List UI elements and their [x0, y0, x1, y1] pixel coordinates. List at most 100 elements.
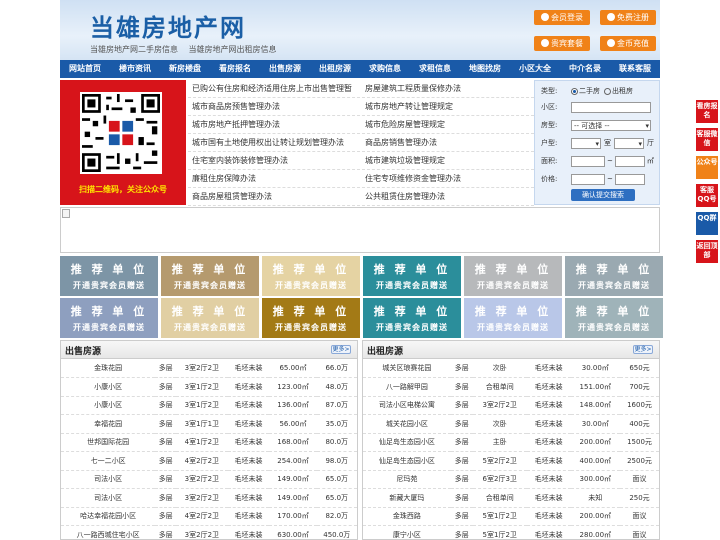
table-cell[interactable]: 康宁小区 — [363, 525, 451, 539]
table-row[interactable]: 城关区琅赛花园 多层 次卧 毛坯未装 30.00㎡ 650元 — [363, 359, 659, 378]
table-row[interactable]: 八一路西城住宅小区 多层 3室2厅2卫 毛坯未装 630.00㎡ 450.0万 — [61, 525, 357, 539]
recommend-unit-ad[interactable]: 推 荐 单 位开通贵宾会员赠送 — [464, 298, 562, 338]
house-type-select[interactable]: -- 可选择 -- — [571, 119, 651, 131]
recommend-unit-ad[interactable]: 推 荐 单 位开通贵宾会员赠送 — [60, 298, 158, 338]
radio-rent[interactable] — [604, 87, 611, 95]
table-cell[interactable]: 世邦国际花园 — [61, 433, 156, 452]
rent-more-link[interactable]: 更多> — [633, 345, 653, 354]
hall-select[interactable] — [614, 137, 644, 149]
table-cell[interactable]: 幸福花园 — [61, 414, 156, 434]
news-link[interactable]: 城市商品房预售管理办法 — [188, 98, 361, 115]
recommend-unit-ad[interactable]: 推 荐 单 位开通贵宾会员赠送 — [363, 256, 461, 296]
table-row[interactable]: 尼玛苑 多层 6室2厅3卫 毛坯未装 300.00㎡ 面议 — [363, 470, 659, 489]
news-link[interactable]: 住宅室内装饰装修管理办法 — [188, 152, 361, 169]
table-cell[interactable]: 尼玛苑 — [363, 470, 451, 489]
nav-item[interactable]: 联系客服 — [610, 60, 660, 78]
float-item[interactable]: 返回顶部 — [696, 240, 718, 263]
nav-item[interactable]: 出售房源 — [260, 60, 310, 78]
table-cell[interactable]: 仙足岛生态园小区 — [363, 451, 451, 471]
nav-item[interactable]: 网站首页 — [60, 60, 110, 78]
news-link[interactable]: 已购公有住房和经济适用住房上市出售管理暂 — [188, 80, 361, 97]
table-row[interactable]: 司法小区电梯公寓 多层 3室2厅2卫 毛坯未装 148.00㎡ 1600元 — [363, 396, 659, 415]
table-row[interactable]: 金珠花园 多层 3室2厅2卫 毛坯未装 65.00㎡ 66.0万 — [61, 359, 357, 378]
table-row[interactable]: 新藏大厦玛 多层 合租单间 毛坯未装 未知 250元 — [363, 488, 659, 508]
sale-more-link[interactable]: 更多> — [331, 345, 351, 354]
nav-item[interactable]: 看房报名 — [210, 60, 260, 78]
table-cell[interactable]: 小康小区 — [61, 396, 156, 415]
area-max-input[interactable] — [614, 155, 645, 167]
recommend-unit-ad[interactable]: 推 荐 单 位开通贵宾会员赠送 — [565, 256, 663, 296]
table-cell[interactable]: 城关区琅赛花园 — [363, 359, 451, 378]
recommend-unit-ad[interactable]: 推 荐 单 位开通贵宾会员赠送 — [464, 256, 562, 296]
table-row[interactable]: 司法小区 多层 3室2厅2卫 毛坯未装 149.00㎡ 65.0万 — [61, 470, 357, 489]
news-link[interactable]: 城市房地产转让管理规定 — [361, 98, 534, 115]
recommend-unit-ad[interactable]: 推 荐 单 位开通贵宾会员赠送 — [60, 256, 158, 296]
table-cell[interactable]: 八一路西城住宅小区 — [61, 525, 156, 539]
nav-item[interactable]: 新房楼盘 — [160, 60, 210, 78]
recommend-unit-ad[interactable]: 推 荐 单 位开通贵宾会员赠送 — [363, 298, 461, 338]
float-item[interactable]: 客服微信 — [696, 128, 718, 151]
slogan-sale[interactable]: 当雄房地产网二手房信息 — [90, 45, 178, 54]
login-button[interactable]: 会员登录 — [534, 10, 590, 25]
recommend-unit-ad[interactable]: 推 荐 单 位开通贵宾会员赠送 — [262, 256, 360, 296]
nav-item[interactable]: 求购信息 — [360, 60, 410, 78]
table-row[interactable]: 世邦国际花园 多层 4室1厅2卫 毛坯未装 168.00㎡ 80.0万 — [61, 433, 357, 452]
nav-item[interactable]: 小区大全 — [510, 60, 560, 78]
table-cell[interactable]: 司法小区 — [61, 488, 156, 508]
float-item[interactable]: 看房报名 — [696, 100, 718, 123]
table-row[interactable]: 哈达幸福花园小区 多层 4室2厅2卫 毛坯未装 170.00㎡ 82.0万 — [61, 507, 357, 526]
news-link[interactable]: 住宅专项维修资金管理办法 — [361, 170, 534, 187]
table-cell[interactable]: 司法小区电梯公寓 — [363, 396, 451, 415]
table-cell[interactable]: 金珠西路 — [363, 507, 451, 526]
site-logo[interactable]: 当雄房地产网 — [90, 8, 246, 43]
table-cell[interactable]: 哈达幸福花园小区 — [61, 507, 156, 526]
nav-item[interactable]: 中介名录 — [560, 60, 610, 78]
recommend-unit-ad[interactable]: 推 荐 单 位开通贵宾会员赠送 — [161, 298, 259, 338]
nav-item[interactable]: 楼市资讯 — [110, 60, 160, 78]
table-row[interactable]: 小康小区 多层 3室1厅2卫 毛坯未装 136.00㎡ 87.0万 — [61, 396, 357, 415]
recommend-unit-ad[interactable]: 推 荐 单 位开通贵宾会员赠送 — [565, 298, 663, 338]
table-row[interactable]: 八一路解甲园 多层 合租单间 毛坯未装 151.00㎡ 700元 — [363, 377, 659, 397]
nav-item[interactable]: 地图找房 — [460, 60, 510, 78]
table-cell[interactable]: 金珠花园 — [61, 359, 156, 378]
room-select[interactable] — [571, 137, 601, 149]
recommend-unit-ad[interactable]: 推 荐 单 位开通贵宾会员赠送 — [262, 298, 360, 338]
news-link[interactable]: 城市危险房屋管理规定 — [361, 116, 534, 133]
slogan-rent[interactable]: 当雄房地产网出租房信息 — [189, 45, 277, 54]
community-input[interactable] — [571, 101, 651, 113]
table-row[interactable]: 城关花园小区 多层 次卧 毛坯未装 30.00㎡ 400元 — [363, 414, 659, 434]
table-cell[interactable]: 八一路解甲园 — [363, 377, 451, 397]
table-row[interactable]: 司法小区 多层 3室2厅2卫 毛坯未装 149.00㎡ 65.0万 — [61, 488, 357, 508]
float-item[interactable]: QQ群 — [696, 212, 718, 235]
float-item[interactable]: 公众号 — [696, 156, 718, 179]
news-link[interactable]: 城市房地产抵押管理办法 — [188, 116, 361, 133]
register-button[interactable]: 免费注册 — [600, 10, 656, 25]
news-link[interactable]: 廉租住房保障办法 — [188, 170, 361, 187]
float-item[interactable]: 客服QQ号 — [696, 184, 718, 207]
table-row[interactable]: 金珠西路 多层 5室1厅2卫 毛坯未装 200.00㎡ 面议 — [363, 507, 659, 526]
table-cell[interactable]: 七一二小区 — [61, 451, 156, 471]
table-cell[interactable]: 小康小区 — [61, 377, 156, 397]
table-row[interactable]: 康宁小区 多层 5室1厅2卫 毛坯未装 280.00㎡ 面议 — [363, 525, 659, 539]
table-cell[interactable]: 司法小区 — [61, 470, 156, 489]
table-row[interactable]: 七一二小区 多层 4室2厅2卫 毛坯未装 254.00㎡ 98.0万 — [61, 451, 357, 471]
news-link[interactable]: 房屋建筑工程质量保修办法 — [361, 80, 534, 97]
table-cell[interactable]: 城关花园小区 — [363, 414, 451, 434]
table-cell[interactable]: 新藏大厦玛 — [363, 488, 451, 508]
recharge-button[interactable]: 金币充值 — [600, 36, 656, 51]
news-link[interactable]: 城市国有土地使用权出让转让规划管理办法 — [188, 134, 361, 151]
area-min-input[interactable] — [571, 155, 605, 167]
search-submit-button[interactable]: 确认提交搜索 — [571, 189, 635, 201]
nav-item[interactable]: 出租房源 — [310, 60, 360, 78]
table-row[interactable]: 幸福花园 多层 3室1厅1卫 毛坯未装 56.00㎡ 35.0万 — [61, 414, 357, 434]
price-min-input[interactable] — [571, 173, 605, 185]
news-link[interactable]: 商品房屋租赁管理办法 — [188, 188, 361, 205]
table-row[interactable]: 仙足岛生态园小区 多层 5室2厅2卫 毛坯未装 400.00㎡ 2500元 — [363, 451, 659, 471]
vip-package-button[interactable]: 贵宾套餐 — [534, 36, 590, 51]
news-link[interactable]: 城市建筑垃圾管理规定 — [361, 152, 534, 169]
news-link[interactable]: 商品房销售管理办法 — [361, 134, 534, 151]
table-row[interactable]: 仙足岛生态园小区 多层 主卧 毛坯未装 200.00㎡ 1500元 — [363, 433, 659, 452]
news-link[interactable]: 公共租赁住房管理办法 — [361, 188, 534, 205]
recommend-unit-ad[interactable]: 推 荐 单 位开通贵宾会员赠送 — [161, 256, 259, 296]
table-cell[interactable]: 仙足岛生态园小区 — [363, 433, 451, 452]
